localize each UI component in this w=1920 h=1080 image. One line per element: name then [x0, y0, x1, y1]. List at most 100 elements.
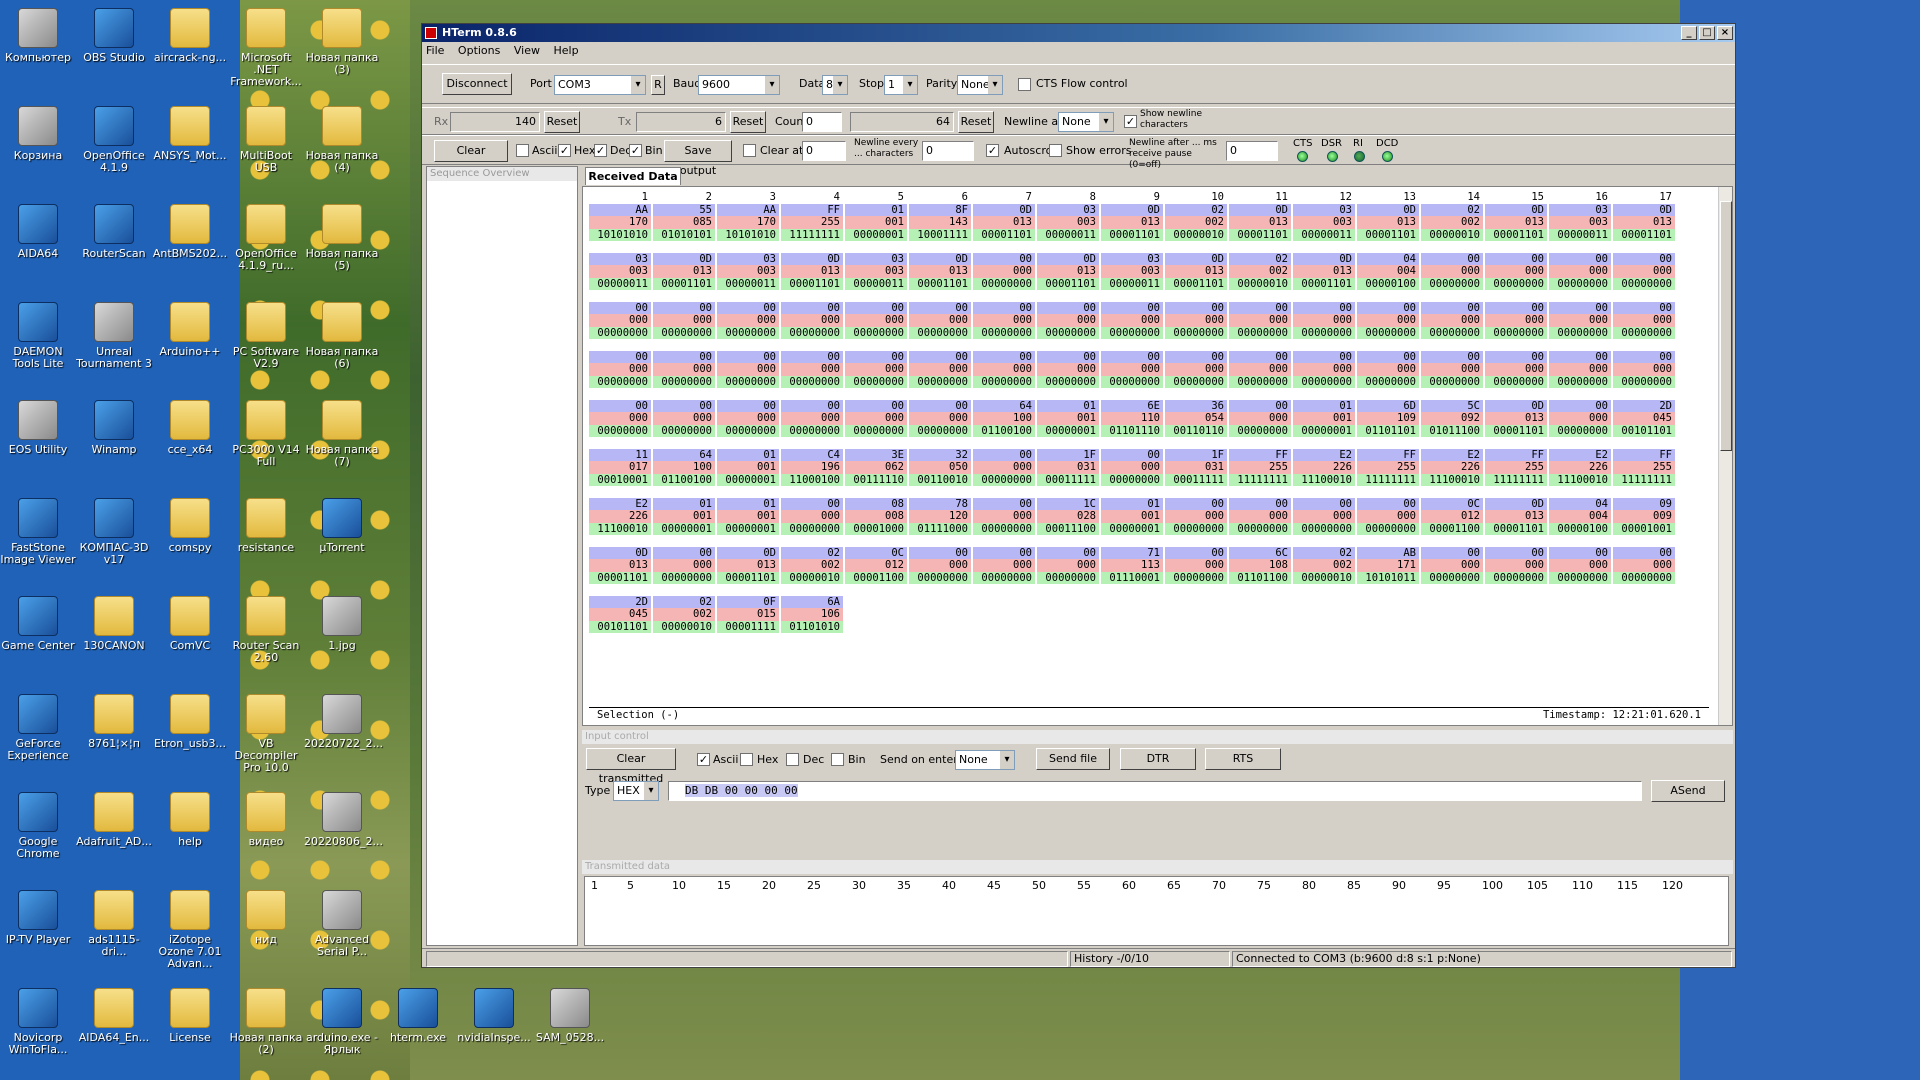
grid-cell[interactable]: 000	[1229, 412, 1292, 425]
desktop-icon[interactable]: видео	[228, 792, 304, 848]
grid-cell[interactable]: 00000001	[1101, 522, 1164, 535]
grid-cell[interactable]: 00000000	[1165, 571, 1228, 584]
grid-cell[interactable]: 02	[1229, 252, 1292, 265]
grid-cell[interactable]: 171	[1357, 559, 1420, 572]
grid-cell[interactable]: 03	[1293, 203, 1356, 216]
grid-cell[interactable]: 00000000	[781, 522, 844, 535]
grid-cell[interactable]: 00	[845, 301, 908, 314]
grid-cell[interactable]: 00011100	[1037, 522, 1100, 535]
desktop-icon[interactable]: ads1115-dri...	[76, 890, 152, 958]
grid-cell[interactable]: 00001101	[1037, 277, 1100, 290]
grid-cell[interactable]: 0D	[1357, 203, 1420, 216]
desktop-icon[interactable]: Новая папка (2)	[228, 988, 304, 1056]
send-input[interactable]: DB DB 00 00 00 00	[668, 781, 1642, 801]
grid-cell[interactable]: 000	[909, 363, 972, 376]
grid-cell[interactable]: E2	[1293, 448, 1356, 461]
grid-cell[interactable]: 6	[909, 191, 972, 204]
grid-cell[interactable]: 00	[653, 546, 716, 559]
grid-cell[interactable]: 00000001	[1037, 424, 1100, 437]
send-file-button[interactable]: Send file	[1036, 748, 1110, 770]
grid-cell[interactable]: 00	[1549, 399, 1612, 412]
grid-cell[interactable]: 00000000	[909, 375, 972, 388]
desktop-icon[interactable]: iZotope Ozone 7.01 Advan...	[152, 890, 228, 970]
grid-cell[interactable]: 031	[1165, 461, 1228, 474]
grid-cell[interactable]: 8	[1037, 191, 1100, 204]
grid-cell[interactable]: 0D	[589, 546, 652, 559]
tx-dec-checkbox[interactable]	[786, 753, 799, 766]
grid-cell[interactable]: 2	[653, 191, 716, 204]
grid-cell[interactable]: 00000000	[1549, 571, 1612, 584]
grid-cell[interactable]: 00001100	[1421, 522, 1484, 535]
grid-cell[interactable]: 000	[781, 412, 844, 425]
desktop-icon[interactable]: Новая папка (3)	[304, 8, 380, 76]
grid-cell[interactable]: 002	[1229, 265, 1292, 278]
grid-cell[interactable]: 11	[589, 448, 652, 461]
grid-cell[interactable]: 00	[589, 399, 652, 412]
grid-cell[interactable]: 4	[781, 191, 844, 204]
grid-cell[interactable]: 00000000	[1357, 326, 1420, 339]
grid-cell[interactable]: 000	[1037, 559, 1100, 572]
grid-cell[interactable]: 120	[909, 510, 972, 523]
grid-cell[interactable]: 00001101	[1357, 228, 1420, 241]
grid-cell[interactable]: 00011111	[1037, 473, 1100, 486]
grid-cell[interactable]: 013	[589, 559, 652, 572]
close-button[interactable]: ×	[1717, 26, 1733, 40]
grid-cell[interactable]: 000	[909, 314, 972, 327]
grid-cell[interactable]: 00000001	[845, 228, 908, 241]
menu-file[interactable]: File	[426, 44, 444, 57]
grid-cell[interactable]: 000	[1485, 265, 1548, 278]
grid-cell[interactable]: 00000001	[1293, 424, 1356, 437]
grid-cell[interactable]: 00	[1357, 350, 1420, 363]
grid-cell[interactable]: 00	[1421, 546, 1484, 559]
grid-cell[interactable]: 00	[1293, 350, 1356, 363]
desktop-icon[interactable]: Adafruit_AD...	[76, 792, 152, 848]
grid-cell[interactable]: 00001100	[845, 571, 908, 584]
grid-cell[interactable]: 2D	[1613, 399, 1676, 412]
desktop-icon[interactable]: Google Chrome	[0, 792, 76, 860]
grid-cell[interactable]: 11100010	[1421, 473, 1484, 486]
grid-cell[interactable]: 01011100	[1421, 424, 1484, 437]
grid-cell[interactable]: 11111111	[781, 228, 844, 241]
grid-cell[interactable]: 226	[1293, 461, 1356, 474]
grid-cell[interactable]: 00	[973, 546, 1036, 559]
grid-cell[interactable]: 000	[1613, 559, 1676, 572]
grid-cell[interactable]: 00000011	[1549, 228, 1612, 241]
grid-cell[interactable]: 00000000	[1549, 326, 1612, 339]
received-scrollbar[interactable]	[1718, 187, 1732, 725]
grid-cell[interactable]: 00000000	[973, 522, 1036, 535]
desktop-icon[interactable]: Корзина	[0, 106, 76, 162]
grid-cell[interactable]: 9	[1101, 191, 1164, 204]
grid-cell[interactable]: 003	[1293, 216, 1356, 229]
grid-cell[interactable]: 00001101	[653, 277, 716, 290]
grid-cell[interactable]: 015	[717, 608, 780, 621]
grid-cell[interactable]: 00001001	[1613, 522, 1676, 535]
grid-cell[interactable]: 00001101	[1485, 522, 1548, 535]
grid-cell[interactable]: 01101010	[781, 620, 844, 633]
desktop-icon[interactable]: Etron_usb3...	[152, 694, 228, 750]
grid-cell[interactable]: 01	[653, 497, 716, 510]
grid-cell[interactable]: 00	[1165, 497, 1228, 510]
grid-cell[interactable]: 00	[1037, 350, 1100, 363]
grid-cell[interactable]: 000	[845, 363, 908, 376]
grid-cell[interactable]: 013	[973, 216, 1036, 229]
grid-cell[interactable]: 64	[973, 399, 1036, 412]
grid-cell[interactable]: 002	[781, 559, 844, 572]
grid-cell[interactable]: 00	[653, 301, 716, 314]
grid-cell[interactable]: 0F	[717, 595, 780, 608]
grid-cell[interactable]: 00000000	[1165, 326, 1228, 339]
grid-cell[interactable]: 00000000	[909, 326, 972, 339]
grid-cell[interactable]: 00	[1357, 497, 1420, 510]
grid-cell[interactable]: 054	[1165, 412, 1228, 425]
grid-cell[interactable]: 00000000	[1229, 424, 1292, 437]
grid-cell[interactable]: 00000000	[1613, 326, 1676, 339]
grid-cell[interactable]: 00	[1549, 301, 1612, 314]
grid-cell[interactable]: 00001111	[717, 620, 780, 633]
grid-cell[interactable]: 013	[1485, 216, 1548, 229]
grid-cell[interactable]: 11111111	[1485, 473, 1548, 486]
grid-cell[interactable]: 00000000	[1485, 277, 1548, 290]
desktop-icon[interactable]: Winamp	[76, 400, 152, 456]
grid-cell[interactable]: 000	[973, 461, 1036, 474]
grid-cell[interactable]: 8F	[909, 203, 972, 216]
grid-cell[interactable]: 00	[589, 301, 652, 314]
grid-cell[interactable]: 000	[1421, 559, 1484, 572]
